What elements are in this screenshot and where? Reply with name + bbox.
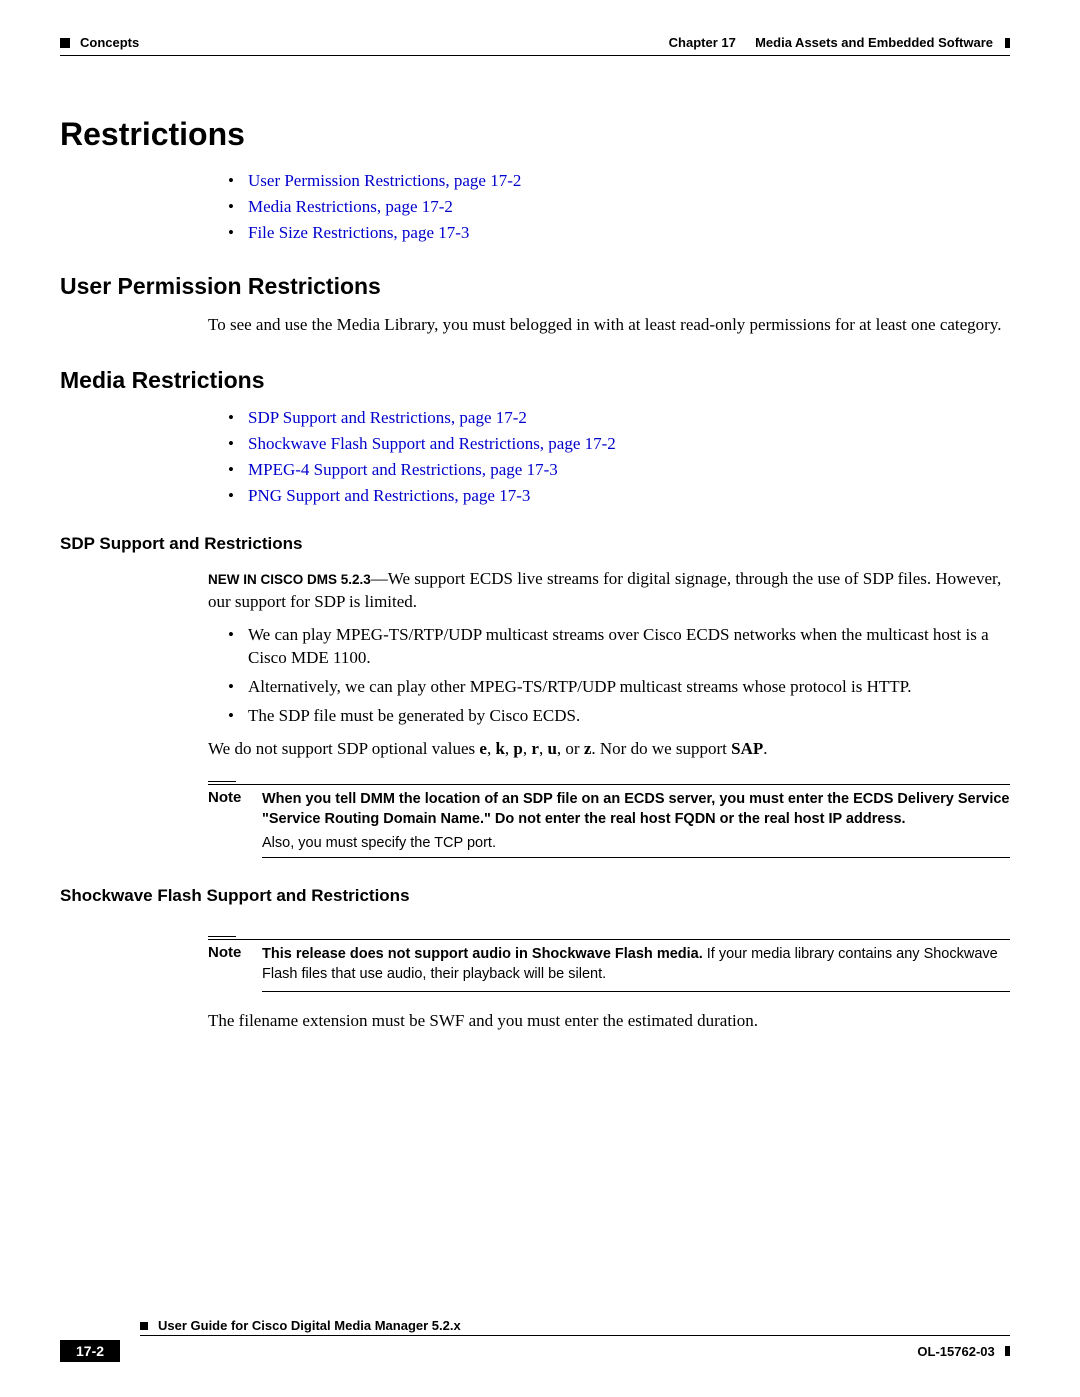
heading-user-permission: User Permission Restrictions — [60, 273, 1010, 300]
heading-restrictions: Restrictions — [60, 116, 1010, 153]
link-file-size-restrictions[interactable]: File Size Restrictions, page 17-3 — [248, 223, 469, 242]
note-label: Note — [208, 944, 244, 961]
swf-body: The filename extension must be SWF and y… — [208, 1010, 1010, 1033]
heading-swf: Shockwave Flash Support and Restrictions — [60, 886, 1010, 906]
footer-bar-icon — [1005, 1346, 1010, 1356]
footer-guide-title: User Guide for Cisco Digital Media Manag… — [158, 1318, 461, 1333]
header-rule — [60, 55, 1010, 56]
swf-note-text: This release does not support audio in S… — [262, 944, 1010, 985]
page-header: Concepts Chapter 17 Media Assets and Emb… — [60, 35, 1010, 50]
footer-square-icon — [140, 1322, 148, 1330]
sdp-intro: NEW IN CISCO DMS 5.2.3—We support ECDS l… — [208, 568, 1010, 614]
sdp-bullets: We can play MPEG-TS/RTP/UDP multicast st… — [228, 624, 1010, 728]
page-number: 17-2 — [60, 1340, 120, 1362]
restrictions-toc: User Permission Restrictions, page 17-2 … — [208, 171, 1010, 243]
link-sdp-support[interactable]: SDP Support and Restrictions, page 17-2 — [248, 408, 527, 427]
header-section-label: Concepts — [80, 35, 139, 50]
header-square-icon — [60, 38, 70, 48]
header-chapter-title: Media Assets and Embedded Software — [755, 35, 993, 50]
sdp-note: Note When you tell DMM the location of a… — [208, 781, 1010, 830]
heading-media-restrictions: Media Restrictions — [60, 367, 1010, 394]
sdp-note-text: When you tell DMM the location of an SDP… — [262, 789, 1010, 830]
sdp-bullet-2: Alternatively, we can play other MPEG-TS… — [228, 676, 1010, 699]
swf-note-bottom-rule — [262, 991, 1010, 992]
sdp-note-sub: Also, you must specify the TCP port. — [262, 835, 1010, 851]
link-media-restrictions[interactable]: Media Restrictions, page 17-2 — [248, 197, 453, 216]
link-mpeg4-support[interactable]: MPEG-4 Support and Restrictions, page 17… — [248, 460, 558, 479]
sdp-note-bottom-rule — [262, 857, 1010, 858]
media-restrictions-toc: SDP Support and Restrictions, page 17-2 … — [208, 408, 1010, 506]
swf-note: Note This release does not support audio… — [208, 936, 1010, 992]
doc-id: OL-15762-03 — [917, 1344, 994, 1359]
sdp-unsupported: We do not support SDP optional values e,… — [208, 738, 1010, 761]
header-bar-icon — [1005, 38, 1010, 48]
new-in-tag: NEW IN CISCO DMS 5.2.3 — [208, 572, 371, 587]
note-label: Note — [208, 789, 244, 806]
link-user-permission-restrictions[interactable]: User Permission Restrictions, page 17-2 — [248, 171, 521, 190]
header-chapter-number: Chapter 17 — [669, 35, 736, 50]
sdp-bullet-3: The SDP file must be generated by Cisco … — [228, 705, 1010, 728]
sdp-bullet-1: We can play MPEG-TS/RTP/UDP multicast st… — [228, 624, 1010, 670]
link-png-support[interactable]: PNG Support and Restrictions, page 17-3 — [248, 486, 530, 505]
link-swf-support[interactable]: Shockwave Flash Support and Restrictions… — [248, 434, 616, 453]
page-footer: User Guide for Cisco Digital Media Manag… — [60, 1318, 1010, 1362]
heading-sdp: SDP Support and Restrictions — [60, 534, 1010, 554]
user-permission-body: To see and use the Media Library, you mu… — [208, 314, 1010, 337]
